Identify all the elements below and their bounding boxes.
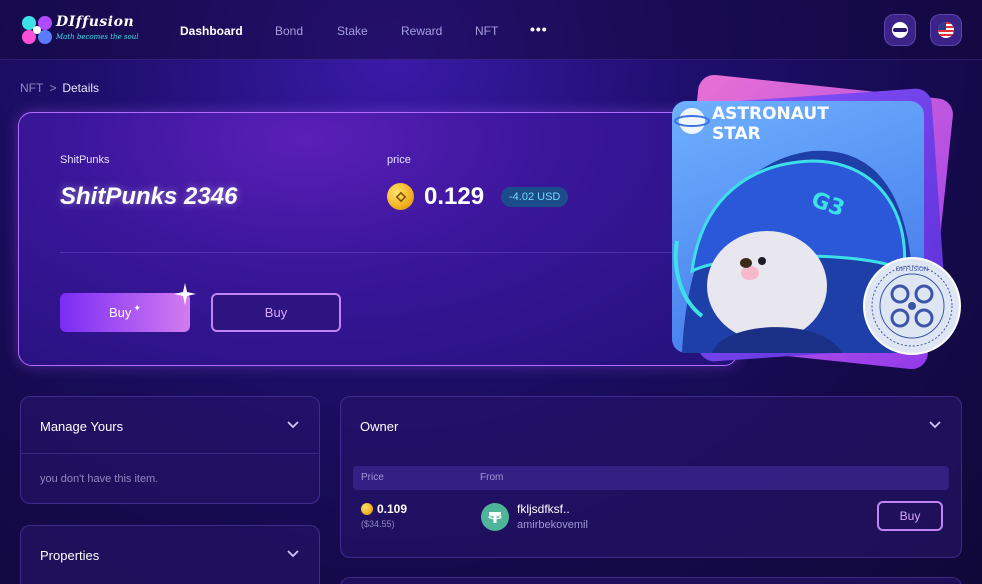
usd-change-badge: -4.02 USD: [501, 187, 569, 207]
coin-icon: [387, 183, 414, 210]
seal-text: DIFFUSION: [896, 266, 928, 273]
column-from: From: [480, 472, 504, 483]
nav-item-nft[interactable]: NFT: [475, 24, 498, 38]
nav-item-stake[interactable]: Stake: [337, 24, 368, 38]
art-text-line2: STAR: [712, 124, 761, 144]
properties-panel: Properties: [20, 525, 320, 584]
owner-panel: Owner Price From 0.109 ($34.55) fkljsdfk…: [340, 396, 962, 558]
price-label: price: [387, 154, 411, 166]
us-flag-icon: [938, 22, 954, 38]
buy-primary-button[interactable]: Buy ✦: [60, 293, 190, 332]
nft-detail-card: ShitPunks ShitPunks 2346 price 0.129 -4.…: [18, 112, 738, 366]
chevron-down-icon[interactable]: [287, 421, 299, 429]
empty-state-text: you don't have this item.: [40, 473, 159, 485]
nav-item-bond[interactable]: Bond: [275, 24, 303, 38]
profile-button[interactable]: [884, 14, 916, 46]
nft-title: ShitPunks 2346: [60, 183, 238, 210]
breadcrumb-parent[interactable]: NFT: [20, 81, 43, 95]
owner-title: Owner: [360, 419, 399, 434]
top-navigation-bar: DIffusion Math becomes the soul Dashboar…: [0, 0, 982, 60]
owner-price: 0.109: [377, 502, 408, 516]
helmet-icon: [892, 22, 908, 38]
art-text-line1: ASTRONAUT: [712, 104, 829, 124]
chevron-down-icon[interactable]: [929, 421, 941, 429]
price-value: 0.129: [424, 183, 485, 210]
seal-icon: DIFFUSION: [863, 257, 961, 355]
logo-icon[interactable]: [20, 14, 54, 46]
tether-icon: [481, 503, 509, 531]
next-panel: [340, 577, 962, 584]
breadcrumb: NFT > Details: [20, 81, 99, 95]
chevron-down-icon[interactable]: [287, 550, 299, 558]
owner-buy-button[interactable]: Buy: [877, 501, 943, 531]
owner-price-usd: ($34.55): [361, 519, 395, 529]
column-price: Price: [361, 472, 384, 483]
owner-name[interactable]: fkljsdfksf..: [517, 502, 570, 516]
brand-tagline: Math becomes the soul: [56, 33, 139, 41]
coin-icon: [361, 503, 373, 515]
breadcrumb-current: Details: [62, 81, 100, 95]
language-button[interactable]: [930, 14, 962, 46]
manage-yours-title: Manage Yours: [40, 419, 124, 434]
buy-primary-label: Buy: [109, 305, 132, 320]
brand-name: DIffusion: [56, 14, 135, 30]
owner-table-header: Price From: [353, 466, 949, 490]
nav-item-dashboard[interactable]: Dashboard: [180, 24, 243, 38]
properties-title: Properties: [40, 548, 100, 563]
nav-item-reward[interactable]: Reward: [401, 24, 442, 38]
sparkle-icon: [174, 283, 196, 305]
more-menu-button[interactable]: •••: [530, 21, 548, 37]
collection-label: ShitPunks: [60, 154, 110, 166]
small-sparkle-icon: ✦: [133, 303, 141, 313]
panel-divider: [21, 453, 319, 454]
breadcrumb-separator: >: [49, 81, 57, 95]
hero-divider: [60, 252, 700, 253]
manage-yours-panel: Manage Yours you don't have this item.: [20, 396, 320, 504]
buy-secondary-button[interactable]: Buy: [211, 293, 341, 332]
owner-username: amirbekovemil: [517, 519, 588, 531]
